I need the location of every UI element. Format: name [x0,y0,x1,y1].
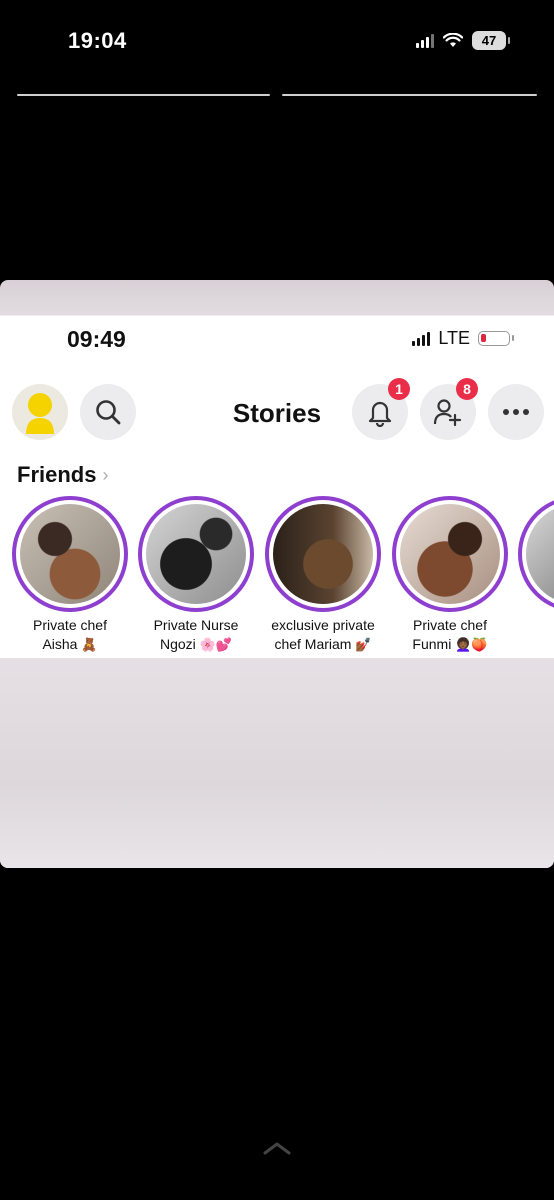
story-name: Private chef Aisha 🧸 [33,617,107,653]
inner-signal-icon [412,331,431,346]
story-thumbnail [20,504,120,604]
friends-section-header[interactable]: Friends › [17,462,108,488]
more-options-button[interactable] [488,384,544,440]
friends-label: Friends [17,462,97,487]
friends-stories-row: Private chef Aisha 🧸 Private Nurse Ngozi 🌸… [0,496,554,658]
story-name: Private chef Funmi 👩🏾‍🦱🍑 [412,617,488,653]
story-thumbnail [273,504,373,604]
story-ring [138,496,254,612]
story-ring [265,496,381,612]
blurred-lower-area [0,658,554,868]
battery-indicator: 47 [472,31,510,50]
chevron-up-icon[interactable] [262,1140,292,1156]
signal-icon [416,33,434,48]
outer-status-icons: 47 [416,31,510,50]
stories-header: Stories 1 8 [0,378,554,448]
inner-status-icons: LTE [412,328,514,349]
story-screenshot-image: 09:49 LTE Stories 1 8 Friends › Private … [0,280,554,868]
story-item[interactable]: Private chef Funmi 👩🏾‍🦱🍑 [388,496,512,655]
wifi-icon [443,33,463,47]
story-item-partial[interactable] [514,496,554,612]
outer-status-bar: 19:04 47 [0,0,554,80]
story-thumbnail [400,504,500,604]
notifications-badge: 1 [388,378,410,400]
story-ring [518,496,554,612]
story-item[interactable]: exclusive private chef Mariam 💅🏾 [261,496,385,655]
story-progress-bar-2 [282,94,537,96]
chevron-right-icon: › [102,464,109,485]
bell-icon [368,401,392,427]
outer-status-time: 19:04 [68,28,127,53]
friend-requests-badge: 8 [456,378,478,400]
story-thumbnail [526,504,554,604]
story-thumbnail [146,504,246,604]
story-name: exclusive private chef Mariam 💅🏾 [271,617,375,653]
story-item[interactable]: Private chef Aisha 🧸 [8,496,132,655]
story-ring [392,496,508,612]
inner-status-time: 09:49 [67,326,126,352]
inner-battery-icon [478,331,514,346]
notifications-button[interactable]: 1 [352,378,410,440]
story-name: Private Nurse Ngozi 🌸💕 [153,617,239,653]
add-friend-icon [433,399,462,427]
add-friend-button[interactable]: 8 [420,378,478,440]
network-label: LTE [438,328,470,348]
more-icon [503,409,529,415]
story-item[interactable]: Private Nurse Ngozi 🌸💕 [134,496,258,655]
inner-status-bar: 09:49 LTE [0,316,554,360]
story-ring [12,496,128,612]
story-progress-bar-1 [17,94,270,96]
